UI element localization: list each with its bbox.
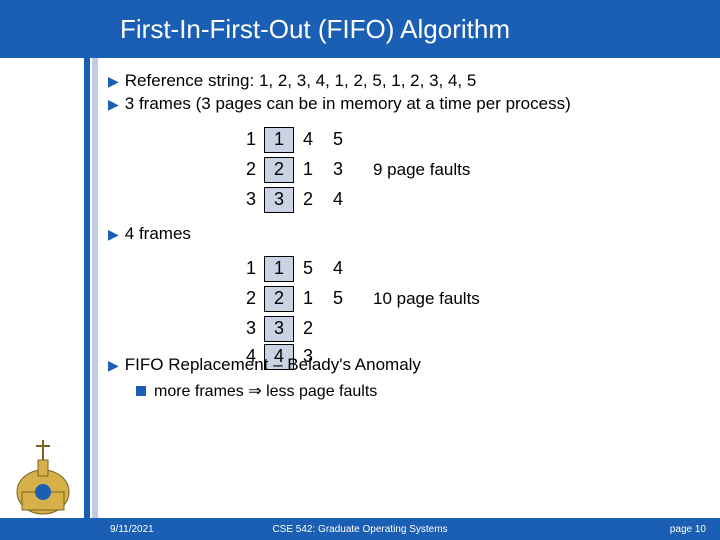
cell: 1: [264, 127, 294, 153]
sub-bullet: more frames ⇒ less page faults: [136, 381, 700, 401]
row-lead: 1: [238, 258, 264, 279]
table-row: 1 1 4 5: [238, 125, 700, 155]
side-stripe: [84, 58, 90, 518]
cell: 4: [323, 258, 353, 279]
square-icon: [136, 386, 146, 396]
bullet-belady: ▶ FIFO Replacement – Belady's Anomaly: [108, 354, 700, 375]
footer-page: page 10: [670, 524, 706, 535]
cell: 2: [293, 318, 323, 339]
cell: 5: [323, 129, 353, 150]
row-lead: 2: [238, 288, 264, 309]
bullet-text: Reference string: 1, 2, 3, 4, 1, 2, 5, 1…: [125, 70, 477, 91]
table-row: 3 3 2: [238, 314, 700, 344]
cell: 1: [293, 288, 323, 309]
row-lead: 3: [238, 318, 264, 339]
side-stripe-light: [92, 58, 98, 518]
footer-bar: 9/11/2021 CSE 542: Graduate Operating Sy…: [0, 518, 720, 540]
cell: 2: [264, 286, 294, 312]
bullet-4frames: ▶ 4 frames: [108, 223, 700, 244]
arrow-icon: ▶: [108, 73, 119, 91]
cell: 3: [264, 316, 294, 342]
fault-note: 10 page faults: [373, 289, 480, 309]
cell: 4: [323, 189, 353, 210]
bullet-text: 4 frames: [125, 223, 191, 244]
fault-note: 9 page faults: [373, 160, 470, 180]
content-area: ▶ Reference string: 1, 2, 3, 4, 1, 2, 5,…: [108, 70, 700, 401]
table-row: 3 3 2 4: [238, 185, 700, 215]
table-row: 1 1 5 4: [238, 254, 700, 284]
bullet-text: 3 frames (3 pages can be in memory at a …: [125, 93, 571, 114]
cell: 2: [293, 189, 323, 210]
table-3frames: 1 1 4 5 2 2 1 3 9 page faults 3 3 2 4: [238, 125, 700, 215]
bullet-reference: ▶ Reference string: 1, 2, 3, 4, 1, 2, 5,…: [108, 70, 700, 91]
row-lead: 2: [238, 159, 264, 180]
cell: 5: [323, 288, 353, 309]
cell: 4: [293, 129, 323, 150]
cell: 2: [264, 157, 294, 183]
title-bar: First-In-First-Out (FIFO) Algorithm: [0, 0, 720, 58]
bullet-text: FIFO Replacement – Belady's Anomaly: [125, 354, 421, 375]
arrow-icon: ▶: [108, 96, 119, 114]
footer-course: CSE 542: Graduate Operating Systems: [0, 524, 720, 535]
sub-bullet-text: more frames ⇒ less page faults: [154, 381, 377, 401]
footer-date: 9/11/2021: [110, 524, 154, 535]
cell: 1: [264, 256, 294, 282]
cell: 3: [264, 187, 294, 213]
arrow-icon: ▶: [108, 357, 119, 375]
slide-title: First-In-First-Out (FIFO) Algorithm: [120, 14, 510, 45]
arrow-icon: ▶: [108, 226, 119, 244]
bullet-3frames: ▶ 3 frames (3 pages can be in memory at …: [108, 93, 700, 114]
dome-logo: [8, 420, 78, 520]
row-lead: 3: [238, 189, 264, 210]
cell: 5: [293, 258, 323, 279]
row-lead: 1: [238, 129, 264, 150]
table-row: 2 2 1 5 10 page faults: [238, 284, 700, 314]
cell: 3: [323, 159, 353, 180]
table-row: 2 2 1 3 9 page faults: [238, 155, 700, 185]
cell: 1: [293, 159, 323, 180]
